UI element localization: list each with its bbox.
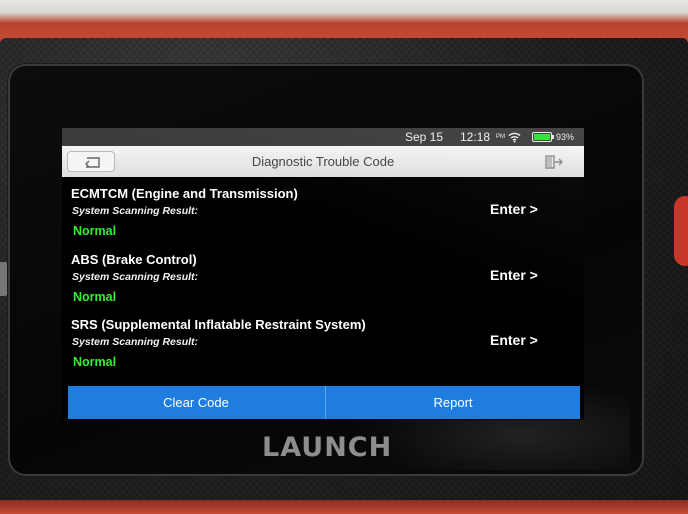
enter-button[interactable]: Enter > xyxy=(490,332,538,348)
screen: Sep 15 12:18 PM 93% Diagnostic Trouble C… xyxy=(62,128,584,420)
title-bar: Diagnostic Trouble Code xyxy=(62,146,584,177)
exit-icon xyxy=(545,155,563,169)
exit-button[interactable] xyxy=(530,151,578,172)
system-row-abs: ABS (Brake Control) System Scanning Resu… xyxy=(62,252,584,314)
scan-status: Normal xyxy=(73,355,117,369)
system-row-ecmtcm: ECMTCM (Engine and Transmission) System … xyxy=(62,186,584,248)
device-housing-bottom xyxy=(0,500,688,514)
battery-percent: 93% xyxy=(556,132,575,142)
clear-code-button[interactable]: Clear Code xyxy=(68,386,324,419)
status-ampm: PM xyxy=(496,134,505,140)
action-bar: Clear Code Report xyxy=(68,386,580,419)
brand-logo: LAUNCH xyxy=(262,432,393,463)
scan-status: Normal xyxy=(73,290,117,304)
system-name: ECMTCM (Engine and Transmission) xyxy=(71,186,298,201)
system-row-srs: SRS (Supplemental Inflatable Restraint S… xyxy=(62,317,584,379)
device-housing-top xyxy=(0,0,688,42)
page-title: Diagnostic Trouble Code xyxy=(251,154,395,169)
enter-button[interactable]: Enter > xyxy=(490,267,538,283)
scan-status: Normal xyxy=(73,224,117,238)
report-button[interactable]: Report xyxy=(325,386,580,419)
system-name: SRS (Supplemental Inflatable Restraint S… xyxy=(71,317,366,332)
scan-result-label: System Scanning Result: xyxy=(72,205,199,217)
enter-button[interactable]: Enter > xyxy=(490,201,538,217)
wifi-icon xyxy=(508,132,521,143)
status-bar: Sep 15 12:18 PM 93% xyxy=(62,128,584,146)
side-power-button[interactable] xyxy=(674,196,688,266)
scan-result-label: System Scanning Result: xyxy=(72,336,199,348)
status-time: 12:18 xyxy=(460,130,491,144)
system-name: ABS (Brake Control) xyxy=(71,252,197,267)
left-side-knob xyxy=(0,262,10,296)
status-date: Sep 15 xyxy=(405,130,444,144)
battery-tip xyxy=(552,135,554,139)
battery-icon xyxy=(532,132,552,142)
scan-result-label: System Scanning Result: xyxy=(72,271,199,283)
